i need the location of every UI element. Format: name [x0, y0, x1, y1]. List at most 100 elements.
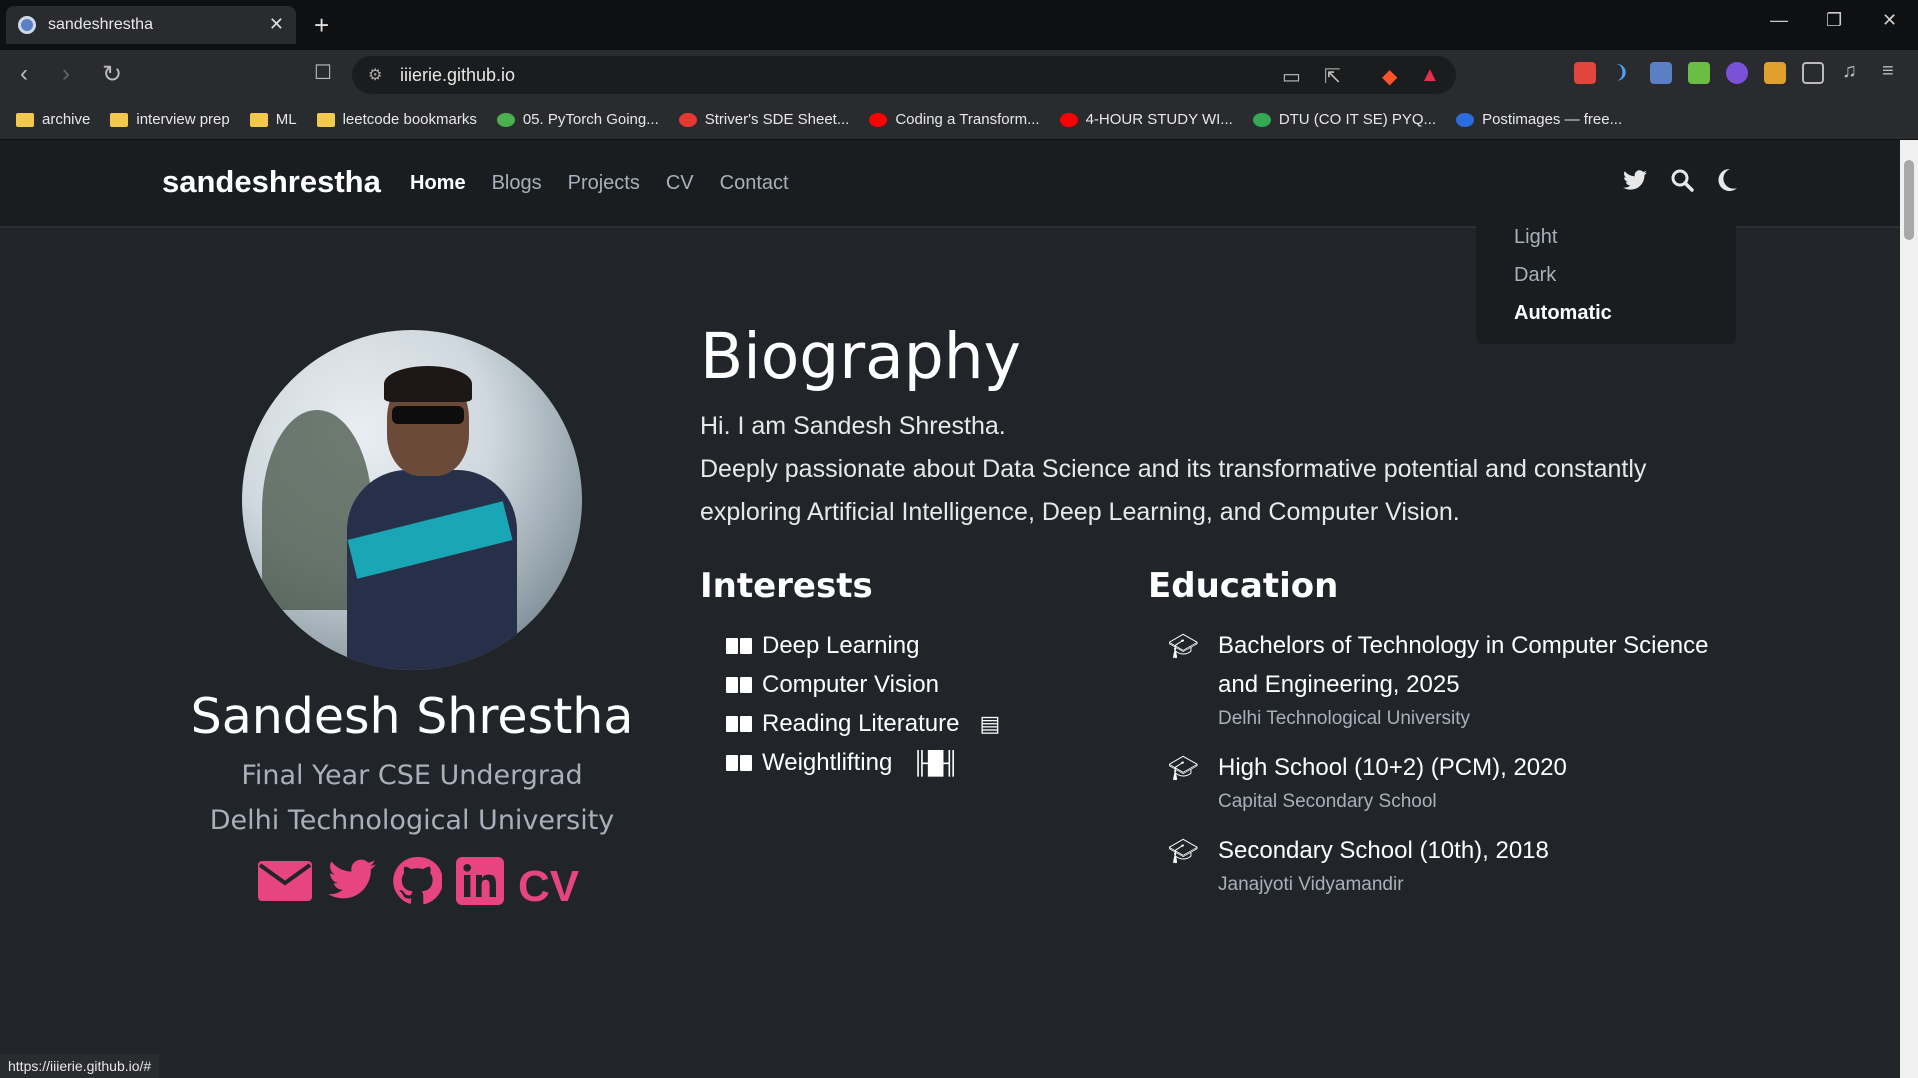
bookmark-item[interactable]: archive: [16, 111, 90, 128]
graduation-cap-icon: 🎓︎: [1168, 755, 1199, 782]
book-icon: [726, 714, 754, 734]
back-icon[interactable]: ‹: [20, 60, 28, 88]
education-degree: High School (10+2) (PCM), 2020: [1218, 754, 1567, 781]
restore-icon[interactable]: ❐: [1826, 10, 1842, 31]
web-page: sandeshrestha Home Blogs Projects CV Con…: [0, 140, 1900, 1078]
social-links: CV: [258, 856, 579, 917]
profile-name: Sandesh Shrestha: [190, 688, 634, 745]
search-icon[interactable]: [1670, 168, 1694, 199]
theme-option-dark[interactable]: Dark: [1514, 264, 1736, 302]
brave-rewards-icon[interactable]: ▲: [1420, 64, 1440, 87]
scrollbar-thumb[interactable]: [1904, 160, 1914, 240]
drive-icon: [1252, 112, 1271, 127]
folder-icon: [249, 112, 268, 127]
dumbbell-icon: ╟█╢: [912, 749, 960, 775]
nav-contact[interactable]: Contact: [720, 172, 789, 195]
youtube-icon: [869, 112, 888, 127]
cast-icon[interactable]: ▭: [1282, 64, 1301, 89]
youtube-icon: [1059, 112, 1078, 127]
extension-card-icon[interactable]: [1650, 62, 1672, 84]
bookmark-item[interactable]: 05. PyTorch Going...: [496, 111, 659, 128]
interest-label: Reading Literature: [762, 709, 960, 737]
book-icon: [726, 753, 754, 773]
education-institution: Delhi Technological University: [1218, 708, 1471, 729]
browser-tab[interactable]: sandeshrestha ✕: [6, 6, 296, 44]
biography-title: Biography: [700, 320, 1021, 393]
status-url: https://iiierie.github.io/#: [0, 1054, 160, 1078]
profile-university: Delhi Technological University: [209, 805, 615, 836]
bookmark-item[interactable]: ML: [249, 111, 297, 128]
theme-moon-icon[interactable]: [1716, 168, 1738, 199]
github-icon[interactable]: [392, 856, 443, 917]
site-info-icon[interactable]: ⚙: [368, 65, 382, 85]
twitter-link-icon[interactable]: [326, 859, 378, 914]
site-nav: Home Blogs Projects CV Contact: [410, 172, 789, 195]
theme-option-automatic[interactable]: Automatic: [1514, 302, 1736, 340]
menu-icon[interactable]: ≡: [1882, 60, 1894, 83]
interests-title: Interests: [700, 566, 873, 606]
bookmark-label: 05. PyTorch Going...: [522, 111, 659, 128]
extension-edit-icon[interactable]: [1764, 62, 1786, 84]
nav-cv[interactable]: CV: [666, 172, 694, 195]
avatar: [242, 330, 582, 670]
bookmarks-bar: archive interview prep ML leetcode bookmark…: [0, 100, 1918, 140]
bookmark-label: 4-HOUR STUDY WI...: [1085, 111, 1233, 128]
extension-green-icon[interactable]: [1688, 62, 1710, 84]
page-scrollbar[interactable]: [1900, 140, 1918, 1078]
extension-todoist-icon[interactable]: [1574, 62, 1596, 84]
bookmark-item[interactable]: Striver's SDE Sheet...: [678, 111, 850, 128]
book-icon: [726, 675, 754, 695]
education-list: 🎓︎ Bachelors of Technology in Computer S…: [1168, 626, 1728, 914]
nav-blogs[interactable]: Blogs: [492, 172, 542, 195]
minimize-icon[interactable]: —: [1770, 10, 1788, 31]
extension-star-icon[interactable]: [1726, 62, 1748, 84]
linkedin-icon[interactable]: [456, 857, 504, 916]
graduation-cap-icon: 🎓︎: [1168, 633, 1199, 660]
nav-home[interactable]: Home: [410, 172, 466, 195]
new-tab-button[interactable]: +: [314, 10, 329, 41]
list-item: 🎓︎ Secondary School (10th), 2018 Janajyo…: [1168, 831, 1728, 900]
twitter-icon[interactable]: [1622, 168, 1648, 199]
bookmark-item[interactable]: 4-HOUR STUDY WI...: [1059, 111, 1233, 128]
theme-option-light[interactable]: Light: [1514, 226, 1736, 264]
url-text: iiierie.github.io: [400, 64, 516, 85]
brave-shields-icon[interactable]: ◆: [1382, 64, 1397, 89]
list-item: 🎓︎ Bachelors of Technology in Computer S…: [1168, 626, 1728, 734]
reload-icon[interactable]: ↻: [102, 60, 122, 89]
interests-list: Deep Learning Computer Vision Reading Li…: [726, 626, 1000, 782]
bookmark-label: archive: [42, 111, 91, 128]
cv-link[interactable]: CV: [518, 862, 579, 912]
list-item: Weightlifting ╟█╢: [726, 743, 1000, 782]
forward-icon[interactable]: ›: [62, 60, 70, 88]
bookmark-label: interview prep: [136, 111, 230, 128]
profile-role: Final Year CSE Undergrad: [241, 760, 583, 791]
bookmark-page-icon[interactable]: ☐: [314, 60, 332, 85]
share-icon[interactable]: ⇱: [1324, 64, 1341, 89]
education-degree: Secondary School (10th), 2018: [1218, 837, 1549, 864]
interest-label: Deep Learning: [762, 631, 920, 659]
bookmark-label: Postimages — free...: [1482, 111, 1623, 128]
bookmark-item[interactable]: Postimages — free...: [1456, 111, 1622, 128]
bookmark-item[interactable]: leetcode bookmarks: [316, 111, 477, 128]
close-tab-icon[interactable]: ✕: [269, 14, 284, 35]
media-icon[interactable]: ♫: [1842, 60, 1857, 83]
extension-audio-icon[interactable]: ❩: [1614, 62, 1636, 84]
graduation-cap-icon: 🎓︎: [1168, 838, 1199, 865]
bookmark-item[interactable]: interview prep: [110, 111, 230, 128]
address-bar[interactable]: ⚙ iiierie.github.io ▭ ⇱ ◆ ▲: [352, 56, 1456, 94]
interest-label: Weightlifting: [762, 748, 893, 776]
bookmark-item[interactable]: DTU (CO IT SE) PYQ...: [1252, 111, 1436, 128]
bookmark-label: ML: [275, 111, 297, 128]
site-brand[interactable]: sandeshrestha: [162, 164, 381, 200]
email-icon[interactable]: [258, 861, 312, 912]
bookmark-label: Striver's SDE Sheet...: [704, 111, 850, 128]
window-close-icon[interactable]: ✕: [1882, 10, 1897, 31]
list-item: Deep Learning: [726, 626, 1000, 665]
extensions-puzzle-icon[interactable]: [1802, 62, 1824, 84]
book-icon: [726, 636, 754, 656]
nav-projects[interactable]: Projects: [568, 172, 640, 195]
favicon-icon: [18, 16, 36, 34]
list-item: 🎓︎ High School (10+2) (PCM), 2020 Capita…: [1168, 748, 1728, 817]
education-institution: Janajyoti Vidyamandir: [1218, 874, 1404, 895]
bookmark-item[interactable]: Coding a Transform...: [869, 111, 1040, 128]
